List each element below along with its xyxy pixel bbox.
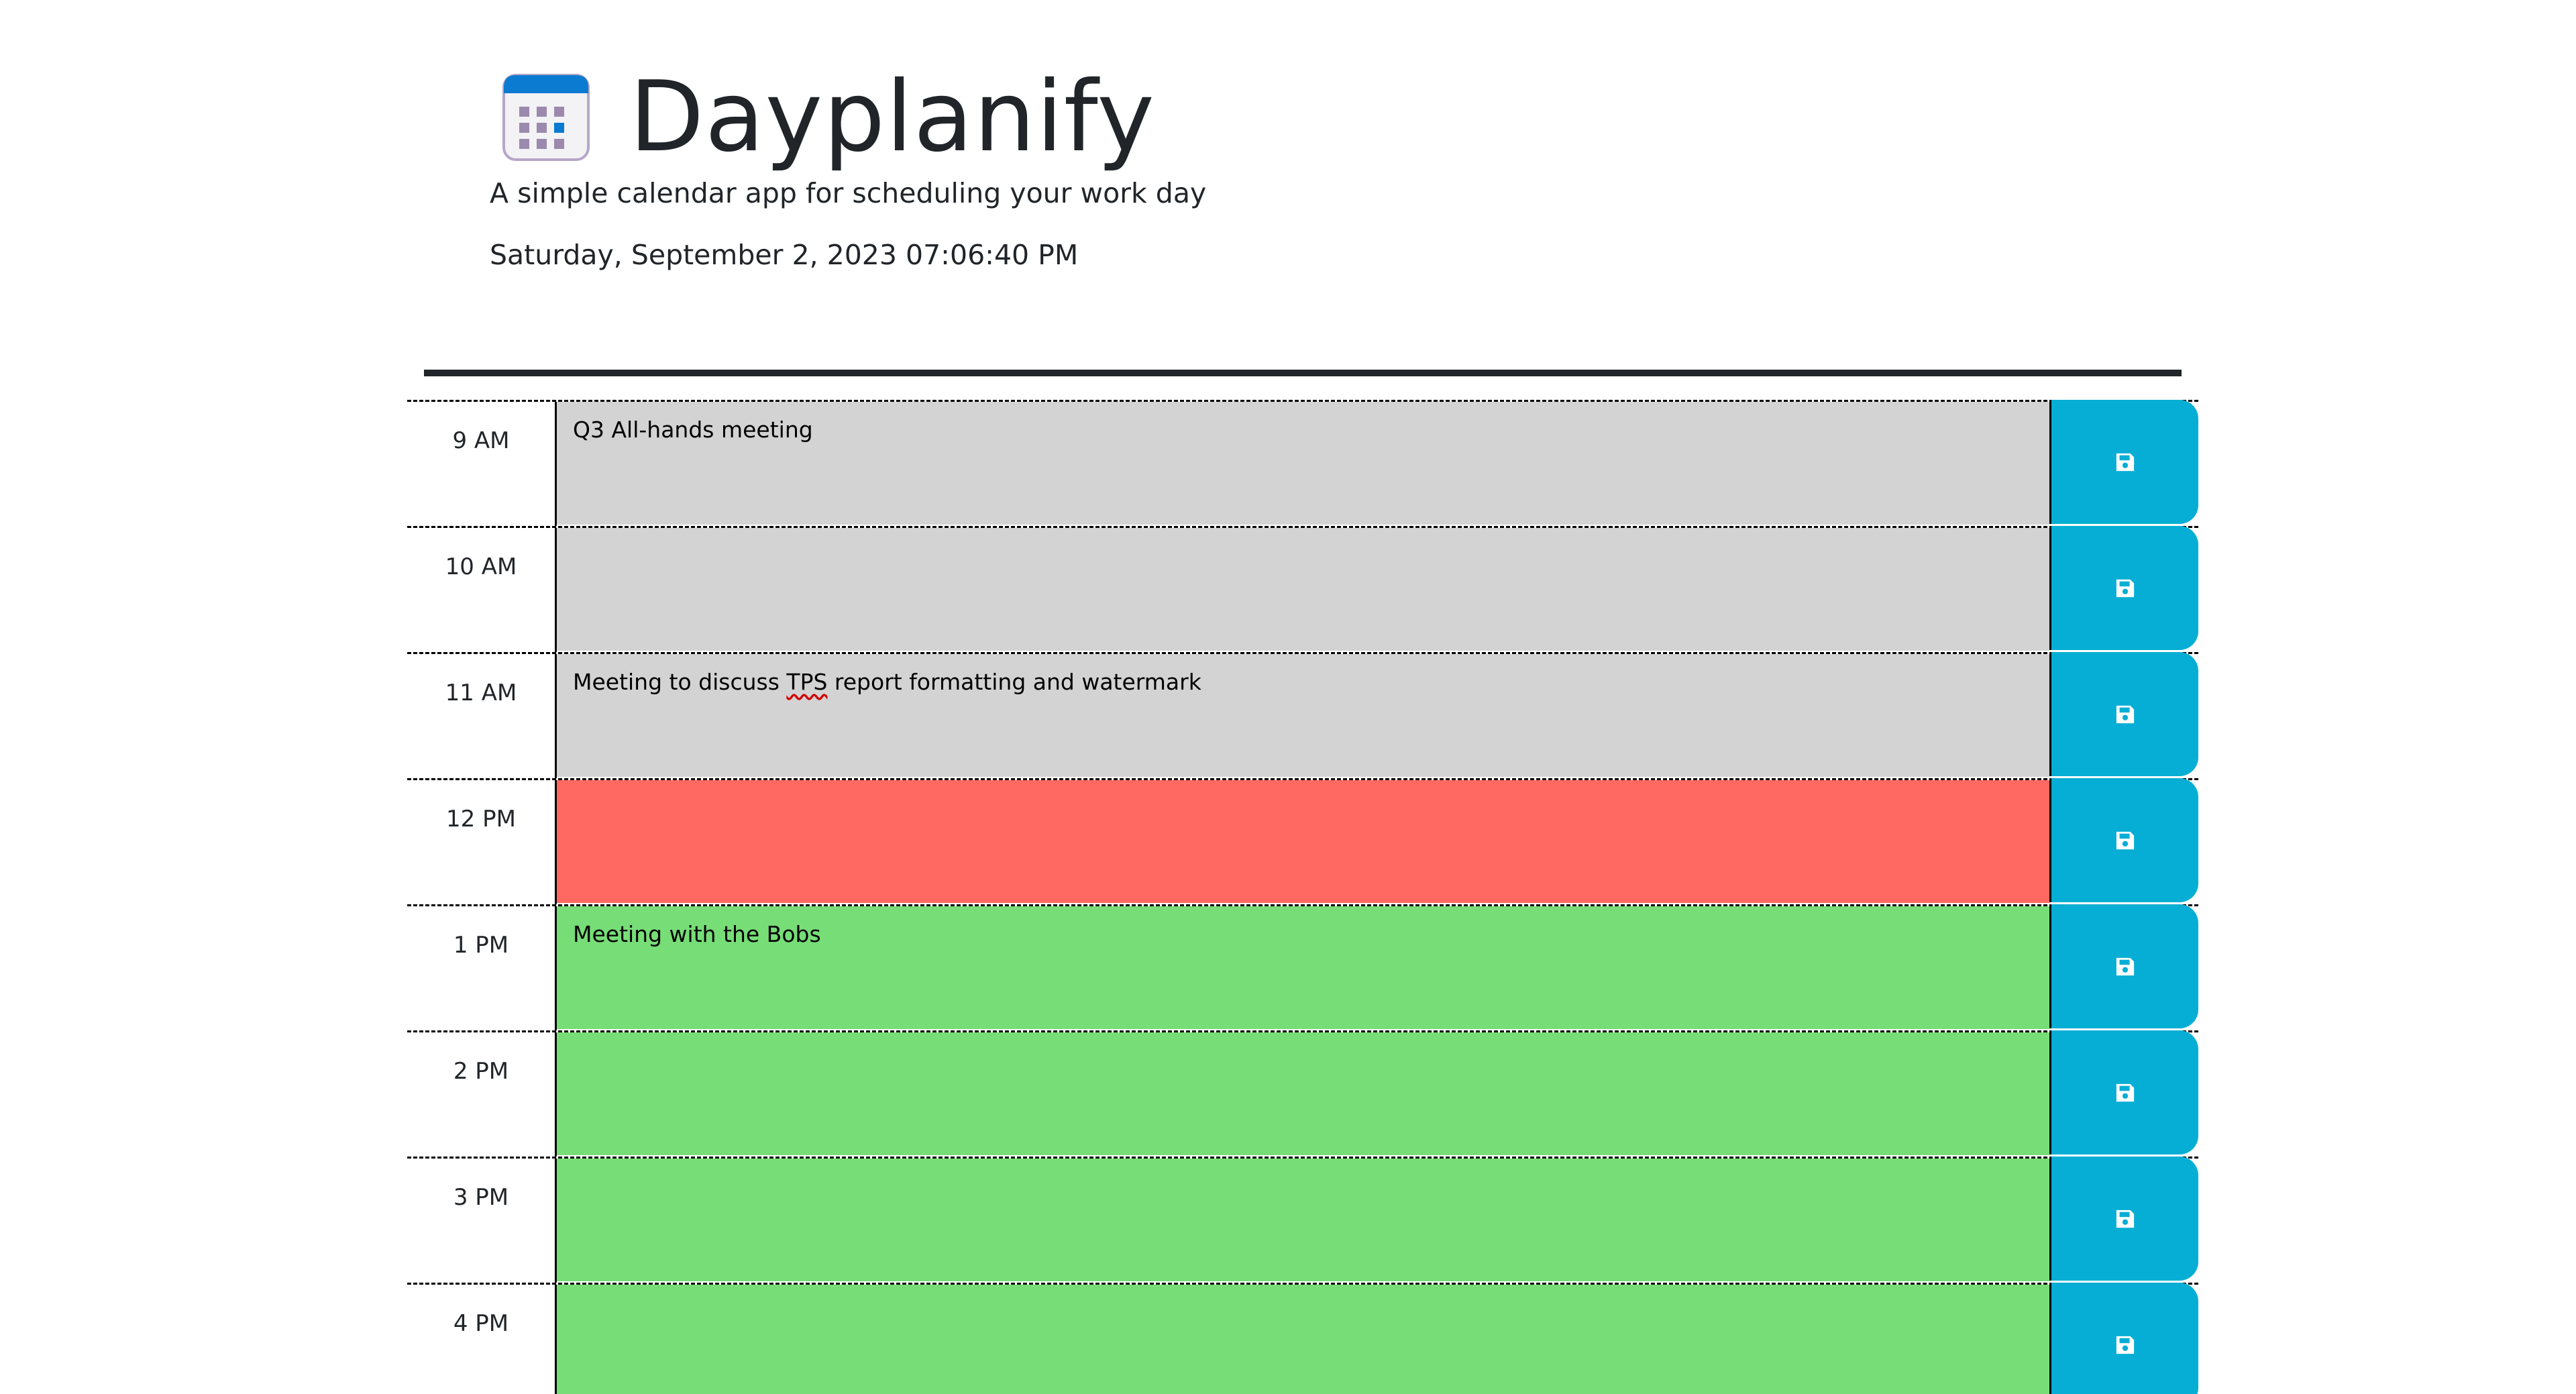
schedule: 9 AM Q3 All-hands meeting 10 AM 11 AM Meetin…: [407, 400, 2198, 1394]
floppy-disk-icon: [2116, 1336, 2134, 1354]
floppy-disk-icon: [2116, 1210, 2134, 1228]
page: Dayplanify A simple calendar app for sch…: [0, 0, 2576, 1394]
calendar-icon: [502, 74, 590, 161]
time-block: 4 PM: [407, 1283, 2198, 1394]
description-textarea[interactable]: [557, 780, 2049, 904]
hour-label: 12 PM: [407, 780, 557, 904]
save-button[interactable]: [2049, 1030, 2198, 1155]
time-block: 1 PM Meeting with the Bobs: [407, 904, 2198, 1030]
description-textarea[interactable]: [557, 1285, 2049, 1394]
floppy-disk-icon: [2116, 579, 2134, 597]
save-button[interactable]: [2049, 400, 2198, 524]
hour-label: 3 PM: [407, 1159, 557, 1283]
description-textarea[interactable]: Meeting to discuss TPS report formatting…: [557, 654, 2049, 778]
description-text: Meeting to discuss: [573, 669, 787, 695]
hour-label: 10 AM: [407, 528, 557, 652]
save-button[interactable]: [2049, 1157, 2198, 1281]
time-block: 10 AM: [407, 526, 2198, 652]
spellcheck-marked-word: TPS: [786, 669, 828, 695]
save-button[interactable]: [2049, 904, 2198, 1028]
time-block: 2 PM: [407, 1030, 2198, 1157]
current-day: Saturday, September 2, 2023 07:06:40 PM: [490, 239, 1079, 271]
description-textarea[interactable]: Q3 All-hands meeting: [557, 402, 2049, 526]
hour-label: 1 PM: [407, 906, 557, 1030]
title-row: Dayplanify: [490, 67, 2167, 168]
hour-label: 2 PM: [407, 1032, 557, 1157]
floppy-disk-icon: [2116, 1083, 2134, 1102]
hour-label: 9 AM: [407, 402, 557, 526]
floppy-disk-icon: [2116, 705, 2134, 723]
floppy-disk-icon: [2116, 831, 2134, 849]
floppy-disk-icon: [2116, 453, 2134, 471]
floppy-disk-icon: [2116, 957, 2134, 975]
save-button[interactable]: [2049, 1283, 2198, 1394]
hour-label: 11 AM: [407, 654, 557, 778]
save-button[interactable]: [2049, 526, 2198, 650]
time-block: 9 AM Q3 All-hands meeting: [407, 400, 2198, 526]
save-button[interactable]: [2049, 652, 2198, 776]
page-title: Dayplanify: [629, 60, 1155, 174]
header-divider: [424, 370, 2182, 376]
header: Dayplanify A simple calendar app for sch…: [490, 67, 2167, 272]
description-textarea[interactable]: [557, 1159, 2049, 1283]
save-button[interactable]: [2049, 778, 2198, 902]
description-textarea[interactable]: [557, 1032, 2049, 1157]
hour-label: 4 PM: [407, 1285, 557, 1394]
time-block: 12 PM: [407, 778, 2198, 904]
time-block: 11 AM Meeting to discuss TPS report forma…: [407, 652, 2198, 778]
description-text: report formatting and watermark: [827, 669, 1201, 695]
description-textarea[interactable]: [557, 528, 2049, 652]
time-block: 3 PM: [407, 1157, 2198, 1283]
page-subtitle: A simple calendar app for scheduling you…: [490, 177, 1207, 209]
description-textarea[interactable]: Meeting with the Bobs: [557, 906, 2049, 1030]
